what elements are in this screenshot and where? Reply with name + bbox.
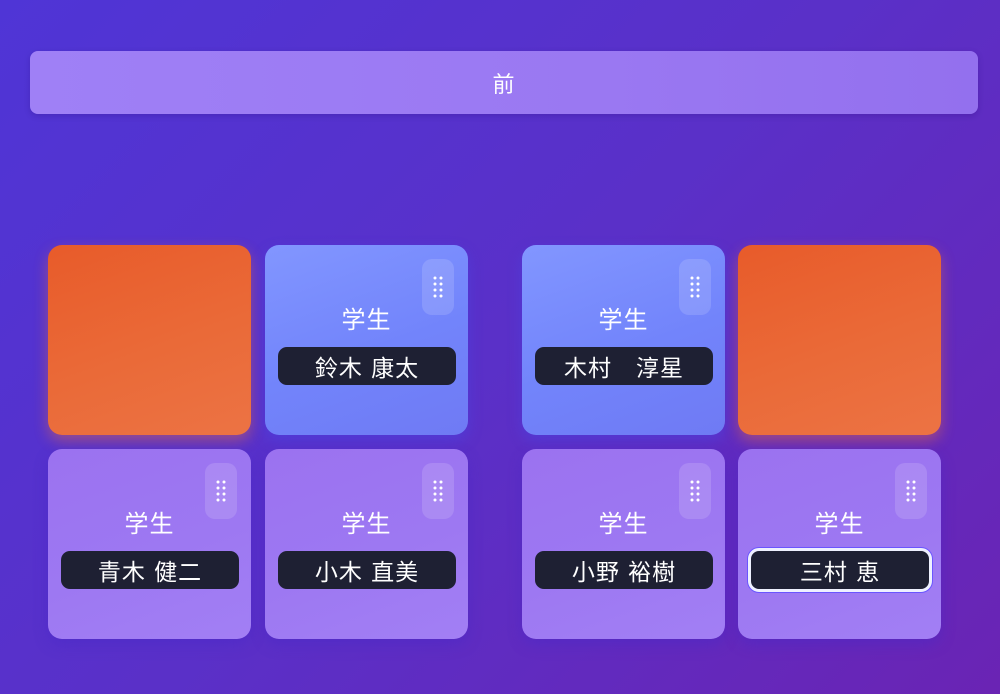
student-name-selected[interactable]: 三村 恵: [748, 548, 932, 592]
seat-card[interactable]: 学生 小木 直美: [265, 449, 468, 639]
seat-role-label: 学生: [598, 306, 649, 334]
seat-role-label: 学生: [598, 510, 649, 538]
drag-handle-icon: [433, 480, 443, 502]
student-name[interactable]: 小野 裕樹: [535, 551, 713, 589]
classroom-front-label: 前: [30, 51, 978, 114]
student-name[interactable]: 青木 健二: [61, 551, 239, 589]
seat-card[interactable]: 学生 青木 健二: [48, 449, 251, 639]
seat-role-label: 学生: [341, 306, 392, 334]
drag-handle-icon: [690, 480, 700, 502]
drag-handle-icon: [690, 276, 700, 298]
drag-handle-icon: [906, 480, 916, 502]
seat-role-label: 学生: [341, 510, 392, 538]
seat-card[interactable]: 学生 小野 裕樹: [522, 449, 725, 639]
drag-handle-icon: [216, 480, 226, 502]
student-name[interactable]: 小木 直美: [278, 551, 456, 589]
seat-role-label: 学生: [814, 510, 865, 538]
student-name[interactable]: 鈴木 康太: [278, 347, 456, 385]
seat-card[interactable]: 学生 木村 淳星: [522, 245, 725, 435]
seat-card[interactable]: 学生 鈴木 康太: [265, 245, 468, 435]
seat-card[interactable]: 学生 三村 恵: [738, 449, 941, 639]
empty-seat[interactable]: [738, 245, 941, 435]
student-name[interactable]: 木村 淳星: [535, 347, 713, 385]
empty-seat[interactable]: [48, 245, 251, 435]
drag-handle-icon: [433, 276, 443, 298]
seat-role-label: 学生: [124, 510, 175, 538]
